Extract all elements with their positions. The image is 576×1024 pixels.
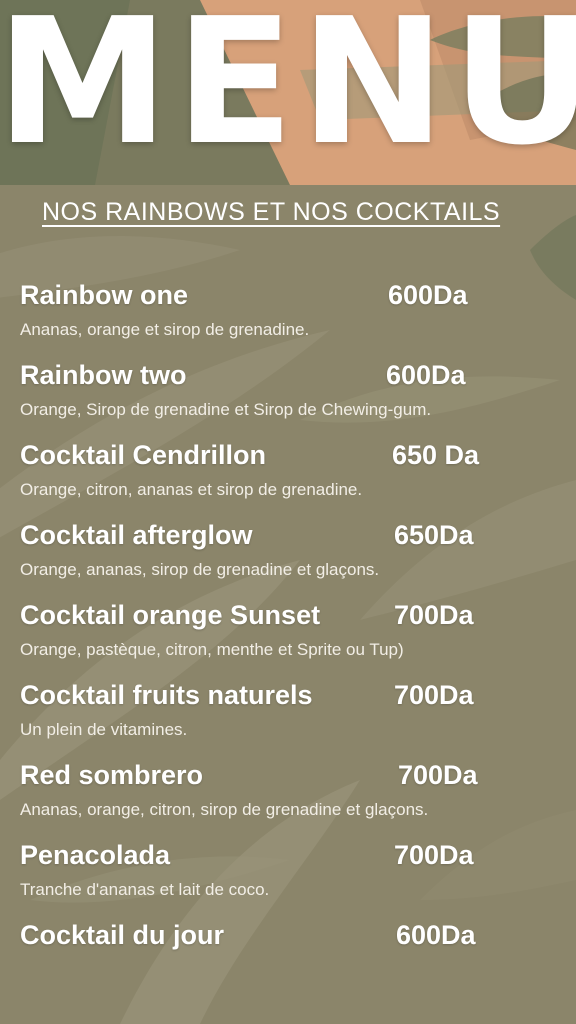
item-description: Un plein de vitamines. [20,720,188,739]
item-description: Tranche d'ananas et lait de coco. [20,880,270,899]
item-name: Cocktail fruits naturels [20,680,313,710]
item-price: 650 Da [392,440,480,470]
item-price: 700Da [394,840,474,870]
item-price: 600Da [388,280,468,310]
item-price: 700Da [394,600,474,630]
list-item: Cocktail orange Sunset 700Da Orange, pas… [20,600,560,680]
item-name: Rainbow two [20,360,187,390]
list-item: Cocktail du jour 600Da [20,920,560,1000]
item-name: Cocktail afterglow [20,520,253,550]
item-name: Penacolada [20,840,171,870]
item-description: Orange, pastèque, citron, menthe et Spri… [20,640,404,659]
item-price: 700Da [398,760,478,790]
item-description: Ananas, orange, citron, sirop de grenadi… [20,800,429,819]
item-price: 600Da [396,920,476,950]
item-name: Cocktail Cendrillon [20,440,267,470]
item-price: 600Da [386,360,466,390]
list-item: Cocktail afterglow 650Da Orange, ananas,… [20,520,560,600]
item-name: Cocktail orange Sunset [20,600,321,630]
item-name: Rainbow one [20,280,188,310]
list-item: Cocktail fruits naturels 700Da Un plein … [20,680,560,760]
list-item: Rainbow two 600Da Orange, Sirop de grena… [20,360,560,440]
list-item: Red sombrero 700Da Ananas, orange, citro… [20,760,560,840]
list-item: Penacolada 700Da Tranche d'ananas et lai… [20,840,560,920]
item-description: Orange, ananas, sirop de grenadine et gl… [20,560,380,579]
list-item: Rainbow one 600Da Ananas, orange et siro… [20,280,560,360]
item-price: 650Da [394,520,474,550]
item-name: Cocktail du jour [20,920,225,950]
item-price: 700Da [394,680,474,710]
item-description: Orange, citron, ananas et sirop de grena… [20,480,363,499]
item-name: Red sombrero [20,760,204,790]
item-description: Orange, Sirop de grenadine et Sirop de C… [20,400,432,419]
menu-subtitle: NOS RAINBOWS ET NOS COCKTAILS [42,198,501,226]
item-description: Ananas, orange et sirop de grenadine. [20,320,310,339]
menu-title: MENU [0,0,576,184]
list-item: Cocktail Cendrillon 650 Da Orange, citro… [20,440,560,520]
menu-list: Rainbow one 600Da Ananas, orange et siro… [20,280,560,1000]
